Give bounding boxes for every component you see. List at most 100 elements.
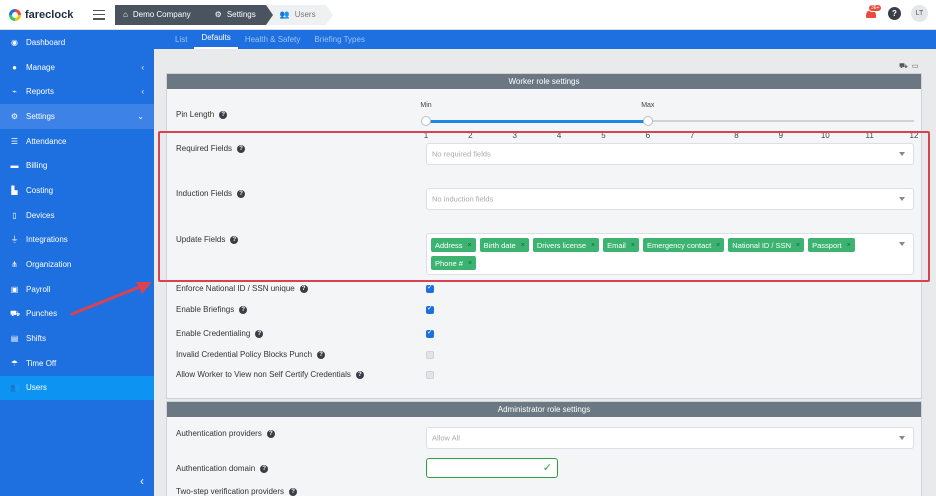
truck-icon: ⛟ xyxy=(10,308,21,318)
slider-max-handle[interactable] xyxy=(642,116,653,126)
checkbox[interactable] xyxy=(426,304,434,314)
annotation-arrow-icon xyxy=(70,282,152,316)
remove-tag-icon[interactable]: × xyxy=(847,242,851,249)
field-tag: Passport × xyxy=(808,238,855,252)
tab-list[interactable]: List xyxy=(168,30,194,49)
help-button[interactable]: ? xyxy=(888,7,901,20)
label-text: Authentication domain xyxy=(176,464,256,473)
checkbox-label: Enforce National ID / SSN unique? xyxy=(176,284,308,293)
checkbox[interactable] xyxy=(426,328,434,338)
update-fields-select[interactable]: Address × Birth date × Drivers license × Email… xyxy=(426,233,914,275)
tab-health-safety[interactable]: Health & Safety xyxy=(238,30,308,49)
induction-fields-select[interactable]: No induction fields xyxy=(426,188,914,210)
attendance-icon: ☰ xyxy=(10,136,19,146)
sidebar-item-label: Organization xyxy=(26,260,72,270)
slider-tick-label: 12 xyxy=(909,131,919,140)
checkbox[interactable] xyxy=(426,371,434,379)
sidebar-item-organization[interactable]: ⋔ Organization xyxy=(0,252,154,277)
sidebar-item-label: Manage xyxy=(26,62,55,72)
sidebar-item-shifts[interactable]: ▤ Shifts xyxy=(0,326,154,351)
help-icon[interactable]: ? xyxy=(230,235,239,244)
sidebar-item-settings[interactable]: ⚙ Settings ⌄ xyxy=(0,104,154,129)
remove-tag-icon[interactable]: × xyxy=(796,242,800,249)
help-icon[interactable]: ? xyxy=(266,429,275,438)
chevron-down-icon: ⌄ xyxy=(137,111,144,121)
help-icon[interactable]: ? xyxy=(260,464,269,473)
help-icon[interactable]: ? xyxy=(237,189,246,198)
breadcrumb-item-company[interactable]: ⌂ Demo Company xyxy=(115,4,208,25)
field-tag: Drivers license × xyxy=(532,238,600,252)
tablet-icon: ▯ xyxy=(12,210,17,220)
remove-tag-icon[interactable]: × xyxy=(468,260,472,267)
sidebar-item-label: Dashboard xyxy=(26,37,66,47)
gear-icon: ⚙ xyxy=(214,10,222,19)
help-icon[interactable]: ? xyxy=(317,350,326,359)
collapse-sidebar-button[interactable]: ‹ xyxy=(140,474,144,488)
sidebar-item-attendance[interactable]: ☰ Attendance xyxy=(0,129,154,154)
sidebar-item-dashboard[interactable]: ◉ Dashboard xyxy=(0,30,154,55)
sidebar-item-label: Time Off xyxy=(26,358,57,368)
users-icon: 👥 xyxy=(10,383,20,393)
shifts-icon: ▤ xyxy=(10,334,19,344)
checkbox[interactable] xyxy=(426,351,434,359)
label-text: Required Fields xyxy=(176,144,233,153)
field-tag: Phone # × xyxy=(431,256,477,270)
label-text: Authentication providers xyxy=(176,429,262,438)
sidebar-item-costing[interactable]: ▙ Costing xyxy=(0,178,154,203)
sidebar-item-label: Billing xyxy=(26,161,48,171)
induction-fields-label: Induction Fields ? xyxy=(176,189,246,198)
help-icon[interactable]: ? xyxy=(255,329,264,338)
select-placeholder: No induction fields xyxy=(432,194,494,204)
menu-icon[interactable] xyxy=(93,9,105,20)
tab-briefing-types[interactable]: Briefing Types xyxy=(307,30,372,49)
tab-defaults[interactable]: Defaults xyxy=(194,30,238,49)
worker-role-panel: Worker role settings Pin Length ? Min Ma… xyxy=(166,73,922,399)
sidebar-item-billing[interactable]: ▬ Billing xyxy=(0,153,154,178)
avatar[interactable]: LT xyxy=(911,5,928,22)
breadcrumb-label: Demo Company xyxy=(132,10,191,19)
panel-title: Worker role settings xyxy=(167,74,921,89)
label-text: Enable Credentialing xyxy=(176,329,251,338)
notifications-button[interactable]: 36+ xyxy=(864,3,883,21)
auth-domain-input[interactable]: ✓ xyxy=(426,458,558,478)
sidebar-item-manage[interactable]: ● Manage ‹ xyxy=(0,55,154,80)
sidebar-item-time-off[interactable]: ☂ Time Off xyxy=(0,351,154,376)
remove-tag-icon[interactable]: × xyxy=(468,242,472,249)
slider-range xyxy=(426,120,648,123)
remove-tag-icon[interactable]: × xyxy=(716,242,720,249)
sidebar-item-label: Reports xyxy=(26,87,55,97)
breadcrumb-item-users[interactable]: 👥 Users xyxy=(265,4,333,25)
remove-tag-icon[interactable]: × xyxy=(631,242,635,249)
app-logo[interactable]: fareclock xyxy=(9,8,89,21)
help-icon[interactable]: ? xyxy=(299,284,308,293)
home-icon: ⌂ xyxy=(123,10,128,19)
required-fields-select[interactable]: No required fields xyxy=(426,143,914,165)
remove-tag-icon[interactable]: × xyxy=(521,242,525,249)
help-icon[interactable]: ? xyxy=(239,305,248,314)
id-card-icon[interactable]: ▭ xyxy=(912,62,919,71)
truck-icon[interactable]: ⛟ xyxy=(899,62,908,71)
help-icon[interactable]: ? xyxy=(289,487,298,496)
sidebar-item-label: Devices xyxy=(26,210,55,220)
sidebar-item-label: Shifts xyxy=(26,334,47,344)
slider-tick-label: 5 xyxy=(601,131,606,140)
auth-providers-select[interactable]: Allow All xyxy=(426,427,914,449)
field-tag: Email × xyxy=(603,238,639,252)
pin-length-slider[interactable]: Min Max 1 2 3 4 5 6 7 8 9 10 11 12 xyxy=(420,102,918,142)
breadcrumb-item-settings[interactable]: ⚙ Settings xyxy=(200,4,273,25)
beach-icon: ☂ xyxy=(10,358,19,368)
slider-tick-label: 10 xyxy=(820,131,830,140)
help-icon[interactable]: ? xyxy=(219,110,228,119)
slider-min-handle[interactable] xyxy=(421,116,431,126)
remove-tag-icon[interactable]: × xyxy=(591,242,595,249)
sidebar-item-devices[interactable]: ▯ Devices xyxy=(0,203,154,228)
sidebar-item-reports[interactable]: ⌁ Reports ‹ xyxy=(0,79,154,104)
sidebar-item-users[interactable]: 👥 Users xyxy=(0,375,154,401)
sidebar-item-integrations[interactable]: ⏚ Integrations xyxy=(0,228,154,253)
checkbox[interactable] xyxy=(426,283,434,293)
plug-icon: ⏚ xyxy=(10,235,19,245)
costing-icon: ▙ xyxy=(11,185,18,195)
help-icon[interactable]: ? xyxy=(355,370,364,379)
slider-tick-label: 7 xyxy=(689,131,695,140)
help-icon[interactable]: ? xyxy=(237,144,246,153)
